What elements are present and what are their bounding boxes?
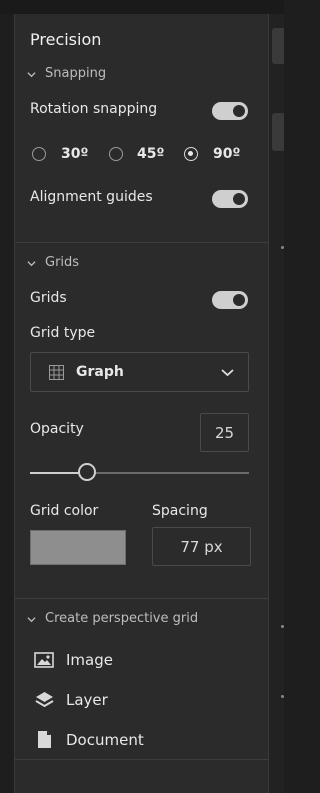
opacity-slider-thumb[interactable] [78, 463, 96, 481]
section-divider [15, 759, 268, 760]
image-icon [34, 652, 54, 668]
layers-icon [35, 692, 54, 708]
angle-45-label[interactable]: 45º [137, 146, 164, 162]
perspective-item-layer[interactable]: Layer [15, 686, 268, 716]
chevron-down-icon[interactable] [27, 615, 36, 624]
rotation-snapping-label: Rotation snapping [30, 101, 158, 117]
perspective-item-image[interactable]: Image [15, 646, 268, 676]
perspective-item-label: Layer [66, 691, 108, 709]
opacity-label: Opacity [30, 421, 84, 437]
section-divider [15, 598, 268, 599]
window-top-strip [0, 0, 284, 14]
precision-panel: Precision Snapping Rotation snapping 30º… [14, 14, 269, 793]
snapping-section-header[interactable]: Snapping [45, 66, 106, 81]
grids-toggle[interactable] [212, 291, 248, 309]
perspective-item-label: Image [66, 651, 113, 669]
grid-type-label: Grid type [30, 325, 96, 341]
angle-90-radio[interactable] [184, 147, 198, 161]
document-icon [38, 731, 51, 748]
section-divider [15, 242, 268, 243]
chevron-down-icon[interactable] [27, 70, 36, 79]
spacing-input[interactable]: 77 px [152, 527, 251, 566]
angle-30-label[interactable]: 30º [61, 146, 88, 162]
rail-marker [281, 625, 284, 628]
rail-tab[interactable] [272, 28, 284, 64]
rail-marker [281, 246, 284, 249]
grids-toggle-label: Grids [30, 290, 67, 306]
rail-marker [281, 695, 284, 698]
grid-type-dropdown[interactable]: Graph [30, 352, 249, 392]
angle-90-label[interactable]: 90º [213, 146, 240, 162]
opacity-input[interactable]: 25 [200, 413, 249, 452]
grids-section-header[interactable]: Grids [45, 255, 79, 270]
rotation-snapping-toggle[interactable] [212, 102, 248, 120]
alignment-guides-label: Alignment guides [30, 189, 153, 205]
spacing-label: Spacing [152, 503, 208, 519]
rail-tab[interactable] [272, 113, 284, 151]
angle-30-radio[interactable] [32, 147, 46, 161]
angle-45-radio[interactable] [109, 147, 123, 161]
grid-color-label: Grid color [30, 503, 99, 519]
perspective-item-label: Document [66, 731, 144, 749]
grid-type-value: Graph [76, 364, 124, 380]
perspective-section-header[interactable]: Create perspective grid [45, 611, 198, 626]
chevron-down-icon [221, 369, 234, 377]
perspective-item-document[interactable]: Document [15, 726, 268, 756]
chevron-down-icon[interactable] [27, 259, 36, 268]
alignment-guides-toggle[interactable] [212, 190, 248, 208]
grid-icon [49, 365, 64, 380]
panel-title: Precision [30, 30, 102, 49]
grid-color-swatch[interactable] [30, 530, 126, 565]
